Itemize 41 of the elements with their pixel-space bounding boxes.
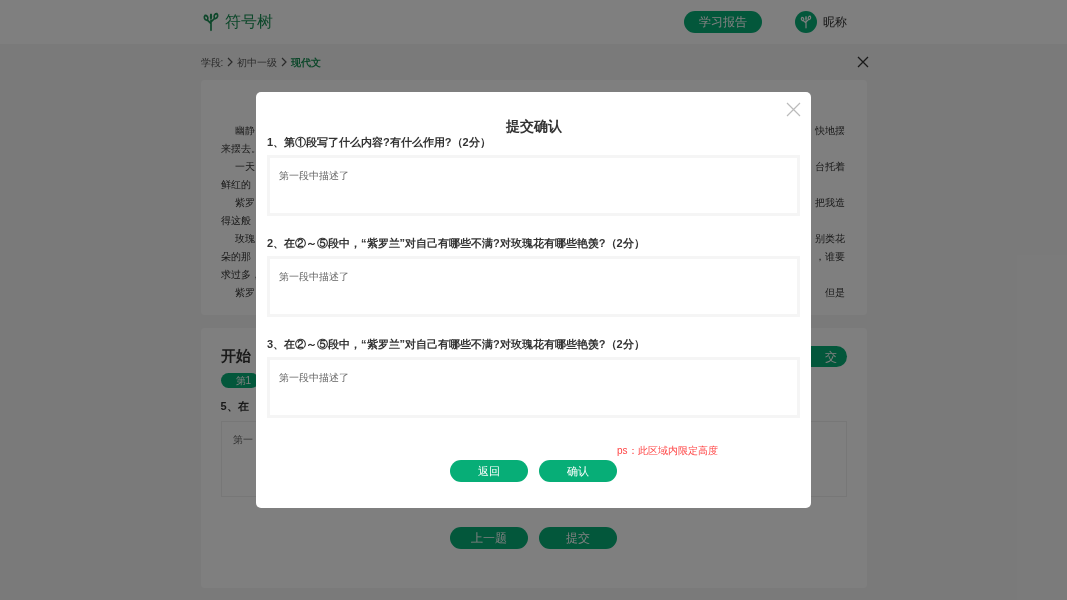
passage-text: 台托着 [814, 160, 846, 174]
question-tab[interactable]: 第1 [220, 373, 259, 388]
passage-text: 鲜红的 [220, 178, 251, 192]
passage-text: 来摆去。 [220, 142, 261, 156]
close-icon[interactable] [856, 56, 869, 68]
question-text: 3、在②～⑤段中，“紫罗兰”对自己有哪些不满?对玫瑰花有哪些艳羡?（2分） [267, 337, 646, 351]
breadcrumb-item[interactable]: 现代文 [291, 54, 322, 70]
dialog-title: 提交确认 [504, 117, 563, 135]
passage-text: 快地摆 [814, 124, 846, 138]
report-button[interactable]: 学习报告 [683, 11, 762, 33]
avatar[interactable] [794, 11, 817, 33]
passage-text: 得这般 [220, 214, 251, 228]
dialog-button[interactable]: 返回 [450, 460, 528, 482]
passage-text: 紫罗 [233, 196, 255, 210]
section-title: 开始 [220, 346, 251, 367]
user-name[interactable]: 昵称 [822, 13, 847, 31]
chevron-icon [280, 57, 289, 67]
breadcrumb-label: 学段: [200, 55, 224, 70]
height-note: ps：此区域内限定高度 [617, 444, 718, 458]
passage-text: 但是 [824, 286, 846, 300]
question-text: 2、在②～⑤段中，“紫罗兰”对自己有哪些不满?对玫瑰花有哪些艳羡?（2分） [267, 236, 646, 250]
passage-text: 朵的那 [220, 250, 251, 264]
answer-field[interactable]: 第一段中描述了 [267, 155, 800, 216]
chevron-icon [226, 57, 235, 67]
tree-icon [798, 15, 813, 29]
passage-text: 求过多， [220, 268, 261, 282]
passage-text: 玫瑰 [233, 232, 255, 246]
dialog-button[interactable]: 确认 [539, 460, 617, 482]
passage-text: 幽静 [233, 124, 255, 138]
question-text: 1、第①段写了什么内容?有什么作用?（2分） [267, 135, 492, 149]
passage-text: 紫罗 [233, 286, 255, 300]
passage-text: 把我造 [814, 196, 846, 210]
close-icon[interactable] [786, 102, 801, 117]
nav-button[interactable]: 提交 [539, 526, 617, 549]
passage-text: 别类花 [814, 232, 846, 246]
logo-text: 符号树 [224, 12, 273, 32]
answer-field[interactable]: 第一段中描述了 [267, 357, 800, 418]
passage-text: ，谁要 [814, 250, 846, 264]
answer-field[interactable]: 第一段中描述了 [267, 256, 800, 317]
nav-button[interactable]: 上一题 [450, 526, 528, 549]
question-text: 5、在 [220, 399, 250, 414]
